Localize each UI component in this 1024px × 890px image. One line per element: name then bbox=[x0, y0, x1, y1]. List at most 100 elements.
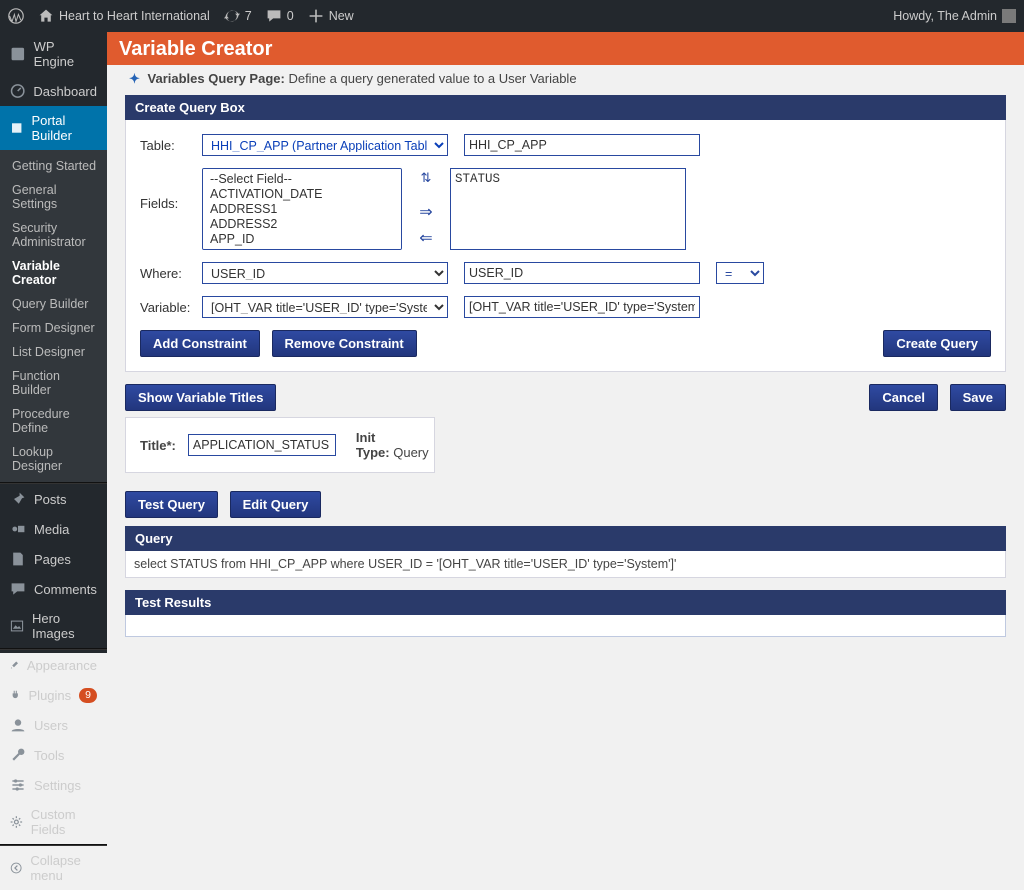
plugins-badge: 9 bbox=[79, 688, 97, 703]
menu-pages[interactable]: Pages bbox=[0, 544, 107, 574]
menu-label: Portal Builder bbox=[31, 113, 97, 143]
collapse-icon bbox=[10, 860, 22, 876]
pin-icon bbox=[10, 491, 26, 507]
update-icon bbox=[224, 8, 240, 24]
menu-label: Pages bbox=[34, 552, 71, 567]
page-subtitle: ✦ Variables Query Page: Define a query g… bbox=[125, 67, 1006, 95]
plus-icon: ✦ bbox=[129, 71, 140, 86]
image-icon bbox=[10, 618, 24, 634]
site-name: Heart to Heart International bbox=[59, 9, 210, 23]
menu-dashboard[interactable]: Dashboard bbox=[0, 76, 107, 106]
sub-query-builder[interactable]: Query Builder bbox=[0, 292, 107, 316]
test-results-body bbox=[125, 615, 1006, 637]
menu-label: Posts bbox=[34, 492, 67, 507]
gear-icon bbox=[10, 814, 23, 830]
table-select[interactable]: HHI_CP_APP (Partner Application Table) bbox=[202, 134, 448, 156]
wpengine-icon bbox=[10, 46, 26, 62]
menu-comments[interactable]: Comments bbox=[0, 574, 107, 604]
add-constraint-button[interactable]: Add Constraint bbox=[140, 330, 260, 357]
save-button[interactable]: Save bbox=[950, 384, 1006, 411]
test-query-button[interactable]: Test Query bbox=[125, 491, 218, 518]
menu-plugins[interactable]: Plugins 9 bbox=[0, 680, 107, 710]
menu-label: Dashboard bbox=[33, 84, 97, 99]
menu-label: Plugins bbox=[29, 688, 72, 703]
create-query-head: Create Query Box bbox=[125, 95, 1006, 120]
arrow-right-icon[interactable]: ⇒ bbox=[419, 202, 432, 222]
howdy-text: Howdy, The Admin bbox=[893, 9, 997, 23]
page-icon bbox=[10, 551, 26, 567]
comments-count: 0 bbox=[287, 9, 294, 23]
label-variable: Variable: bbox=[140, 296, 202, 315]
title-label: Title*: bbox=[140, 438, 176, 453]
where-right-text[interactable] bbox=[464, 262, 700, 284]
menu-label: WP Engine bbox=[34, 39, 97, 69]
sub-form-designer[interactable]: Form Designer bbox=[0, 316, 107, 340]
new-label: New bbox=[329, 9, 354, 23]
swap-icon[interactable]: ⇅ bbox=[421, 170, 432, 186]
brush-icon bbox=[10, 657, 19, 673]
sliders-icon bbox=[10, 777, 26, 793]
media-icon bbox=[10, 521, 26, 537]
comments-link[interactable]: 0 bbox=[266, 8, 294, 24]
menu-media[interactable]: Media bbox=[0, 514, 107, 544]
label-where: Where: bbox=[140, 262, 202, 281]
variable-left-select[interactable]: [OHT_VAR title='USER_ID' type='System'] bbox=[202, 296, 448, 318]
menu-label: Comments bbox=[34, 582, 97, 597]
menu-label: Tools bbox=[34, 748, 64, 763]
menu-settings[interactable]: Settings bbox=[0, 770, 107, 800]
init-type-label: Init Type: Query bbox=[356, 430, 429, 460]
sub-function-builder[interactable]: Function Builder bbox=[0, 364, 107, 402]
cancel-button[interactable]: Cancel bbox=[869, 384, 938, 411]
sub-lookup-designer[interactable]: Lookup Designer bbox=[0, 440, 107, 478]
sub-general-settings[interactable]: General Settings bbox=[0, 178, 107, 216]
sub-procedure-define[interactable]: Procedure Define bbox=[0, 402, 107, 440]
menu-label: Users bbox=[34, 718, 68, 733]
menu-label: Media bbox=[34, 522, 69, 537]
menu-portalbuilder[interactable]: Portal Builder bbox=[0, 106, 107, 150]
table-text[interactable] bbox=[464, 134, 700, 156]
menu-appearance[interactable]: Appearance bbox=[0, 650, 107, 680]
title-panel: Title*: Init Type: Query bbox=[125, 417, 435, 473]
sub-list-designer[interactable]: List Designer bbox=[0, 340, 107, 364]
user-icon bbox=[10, 717, 26, 733]
menu-label: Settings bbox=[34, 778, 81, 793]
where-left-select[interactable]: USER_ID bbox=[202, 262, 448, 284]
collapse-menu[interactable]: Collapse menu bbox=[0, 846, 107, 890]
show-variable-titles-button[interactable]: Show Variable Titles bbox=[125, 384, 276, 411]
sub-getting-started[interactable]: Getting Started bbox=[0, 154, 107, 178]
comments-icon bbox=[10, 581, 26, 597]
wp-logo[interactable] bbox=[8, 8, 24, 24]
menu-label: Hero Images bbox=[32, 611, 97, 641]
where-op-select[interactable]: = bbox=[716, 262, 764, 284]
collapse-label: Collapse menu bbox=[30, 853, 97, 883]
menu-users[interactable]: Users bbox=[0, 710, 107, 740]
site-link[interactable]: Heart to Heart International bbox=[38, 8, 210, 24]
arrow-left-icon[interactable]: ⇐ bbox=[419, 228, 432, 248]
query-head: Query bbox=[125, 526, 1006, 551]
menu-heroimages[interactable]: Hero Images bbox=[0, 604, 107, 648]
create-query-button[interactable]: Create Query bbox=[883, 330, 991, 357]
plus-icon bbox=[308, 8, 324, 24]
menu-label: Custom Fields bbox=[31, 807, 97, 837]
menu-posts[interactable]: Posts bbox=[0, 484, 107, 514]
sub-security-admin[interactable]: Security Administrator bbox=[0, 216, 107, 254]
portalbuilder-icon bbox=[10, 120, 23, 136]
sub-variable-creator[interactable]: Variable Creator bbox=[0, 254, 107, 292]
test-results-head: Test Results bbox=[125, 590, 1006, 615]
howdy-link[interactable]: Howdy, The Admin bbox=[893, 9, 1016, 23]
menu-customfields[interactable]: Custom Fields bbox=[0, 800, 107, 844]
title-input[interactable] bbox=[188, 434, 336, 456]
page-title: Variable Creator bbox=[119, 38, 1012, 61]
dashboard-icon bbox=[10, 83, 25, 99]
label-fields: Fields: bbox=[140, 168, 202, 211]
updates-link[interactable]: 7 bbox=[224, 8, 252, 24]
menu-wpengine[interactable]: WP Engine bbox=[0, 32, 107, 76]
menu-tools[interactable]: Tools bbox=[0, 740, 107, 770]
new-link[interactable]: New bbox=[308, 8, 354, 24]
fields-multiselect[interactable]: --Select Field--ACTIVATION_DATEADDRESS1A… bbox=[202, 168, 402, 250]
variable-right-text[interactable] bbox=[464, 296, 700, 318]
label-table: Table: bbox=[140, 134, 202, 153]
remove-constraint-button[interactable]: Remove Constraint bbox=[272, 330, 417, 357]
selected-fields[interactable]: STATUS bbox=[450, 168, 686, 250]
edit-query-button[interactable]: Edit Query bbox=[230, 491, 322, 518]
